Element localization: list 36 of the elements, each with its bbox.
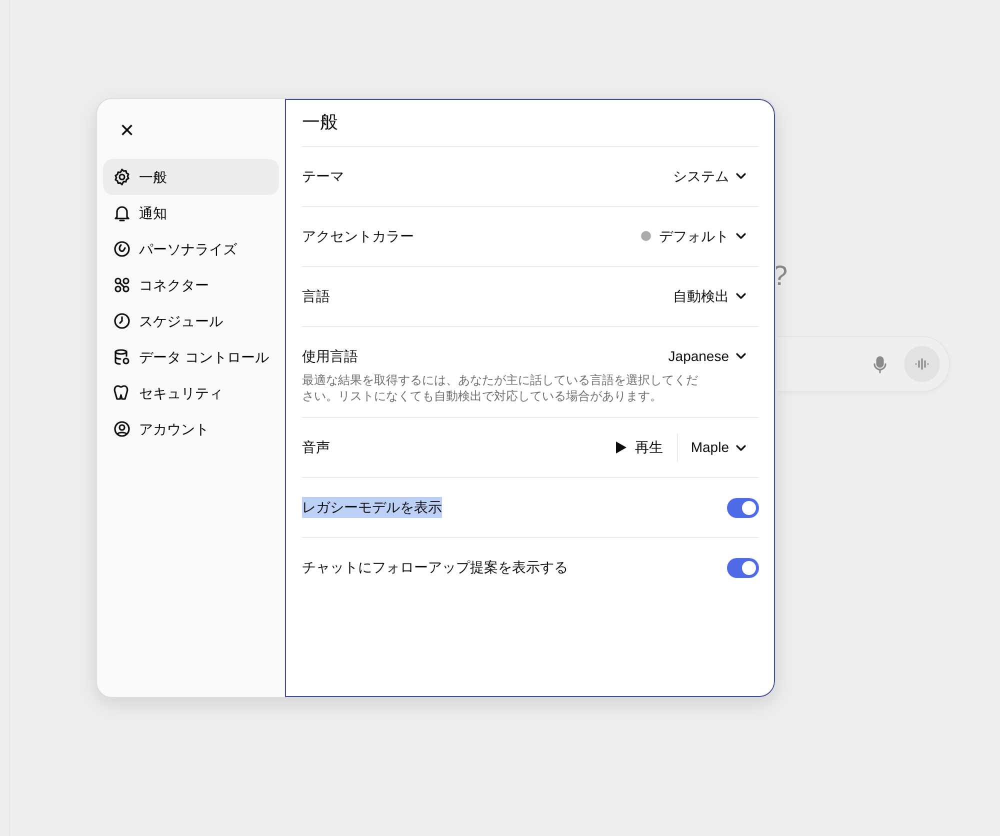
sidebar-item[interactable]: コネクター xyxy=(103,267,279,303)
sidebar-item[interactable]: 通知 xyxy=(103,195,279,231)
sidebar-item[interactable]: スケジュール xyxy=(103,303,279,339)
play-icon xyxy=(614,441,627,454)
toggle-switch[interactable] xyxy=(727,498,759,518)
panel-title: 一般 xyxy=(302,108,759,147)
setting-label: レガシーモデルを表示 xyxy=(302,497,442,518)
dropdown-button[interactable]: Japanese xyxy=(662,342,759,371)
account-icon xyxy=(113,420,131,438)
setting-label: 使用言語 xyxy=(302,346,358,366)
sidebar-item[interactable]: セキュリティ xyxy=(103,375,279,411)
dropdown-button[interactable]: デフォルト xyxy=(635,222,759,251)
toggle-switch[interactable] xyxy=(727,558,759,578)
setting-label: 音声 xyxy=(302,438,330,458)
clock-icon xyxy=(113,312,131,330)
connector-icon xyxy=(113,276,131,294)
setting-label: テーマ xyxy=(302,166,344,186)
sidebar-item[interactable]: パーソナライズ xyxy=(103,231,279,267)
sidebar-item[interactable]: 一般 xyxy=(103,159,279,195)
dropdown-button[interactable]: 自動検出 xyxy=(667,282,759,311)
setting-label: 言語 xyxy=(302,286,330,306)
setting-label: チャットにフォローアップ提案を表示する xyxy=(302,558,568,578)
persona-icon xyxy=(113,240,131,258)
close-button[interactable]: × xyxy=(111,115,143,147)
setting-description: 最適な結果を取得するには、あなたが主に話している言語を選択してください。リストになくても自動検出で対応している場合があります。 xyxy=(302,372,699,406)
dropdown-button[interactable]: システム xyxy=(667,162,759,191)
dropdown-button[interactable]: Maple xyxy=(684,433,759,462)
waveform-icon xyxy=(915,358,929,370)
sidebar-item[interactable]: データ コントロール xyxy=(103,339,279,375)
settings-icon xyxy=(113,168,131,186)
bell-icon xyxy=(113,204,131,222)
microphone-icon xyxy=(872,355,888,376)
play-button[interactable]: 再生 xyxy=(608,433,678,462)
database-icon xyxy=(113,348,131,366)
sidebar-item[interactable]: アカウント xyxy=(103,411,279,447)
setting-label: アクセントカラー xyxy=(302,226,414,246)
